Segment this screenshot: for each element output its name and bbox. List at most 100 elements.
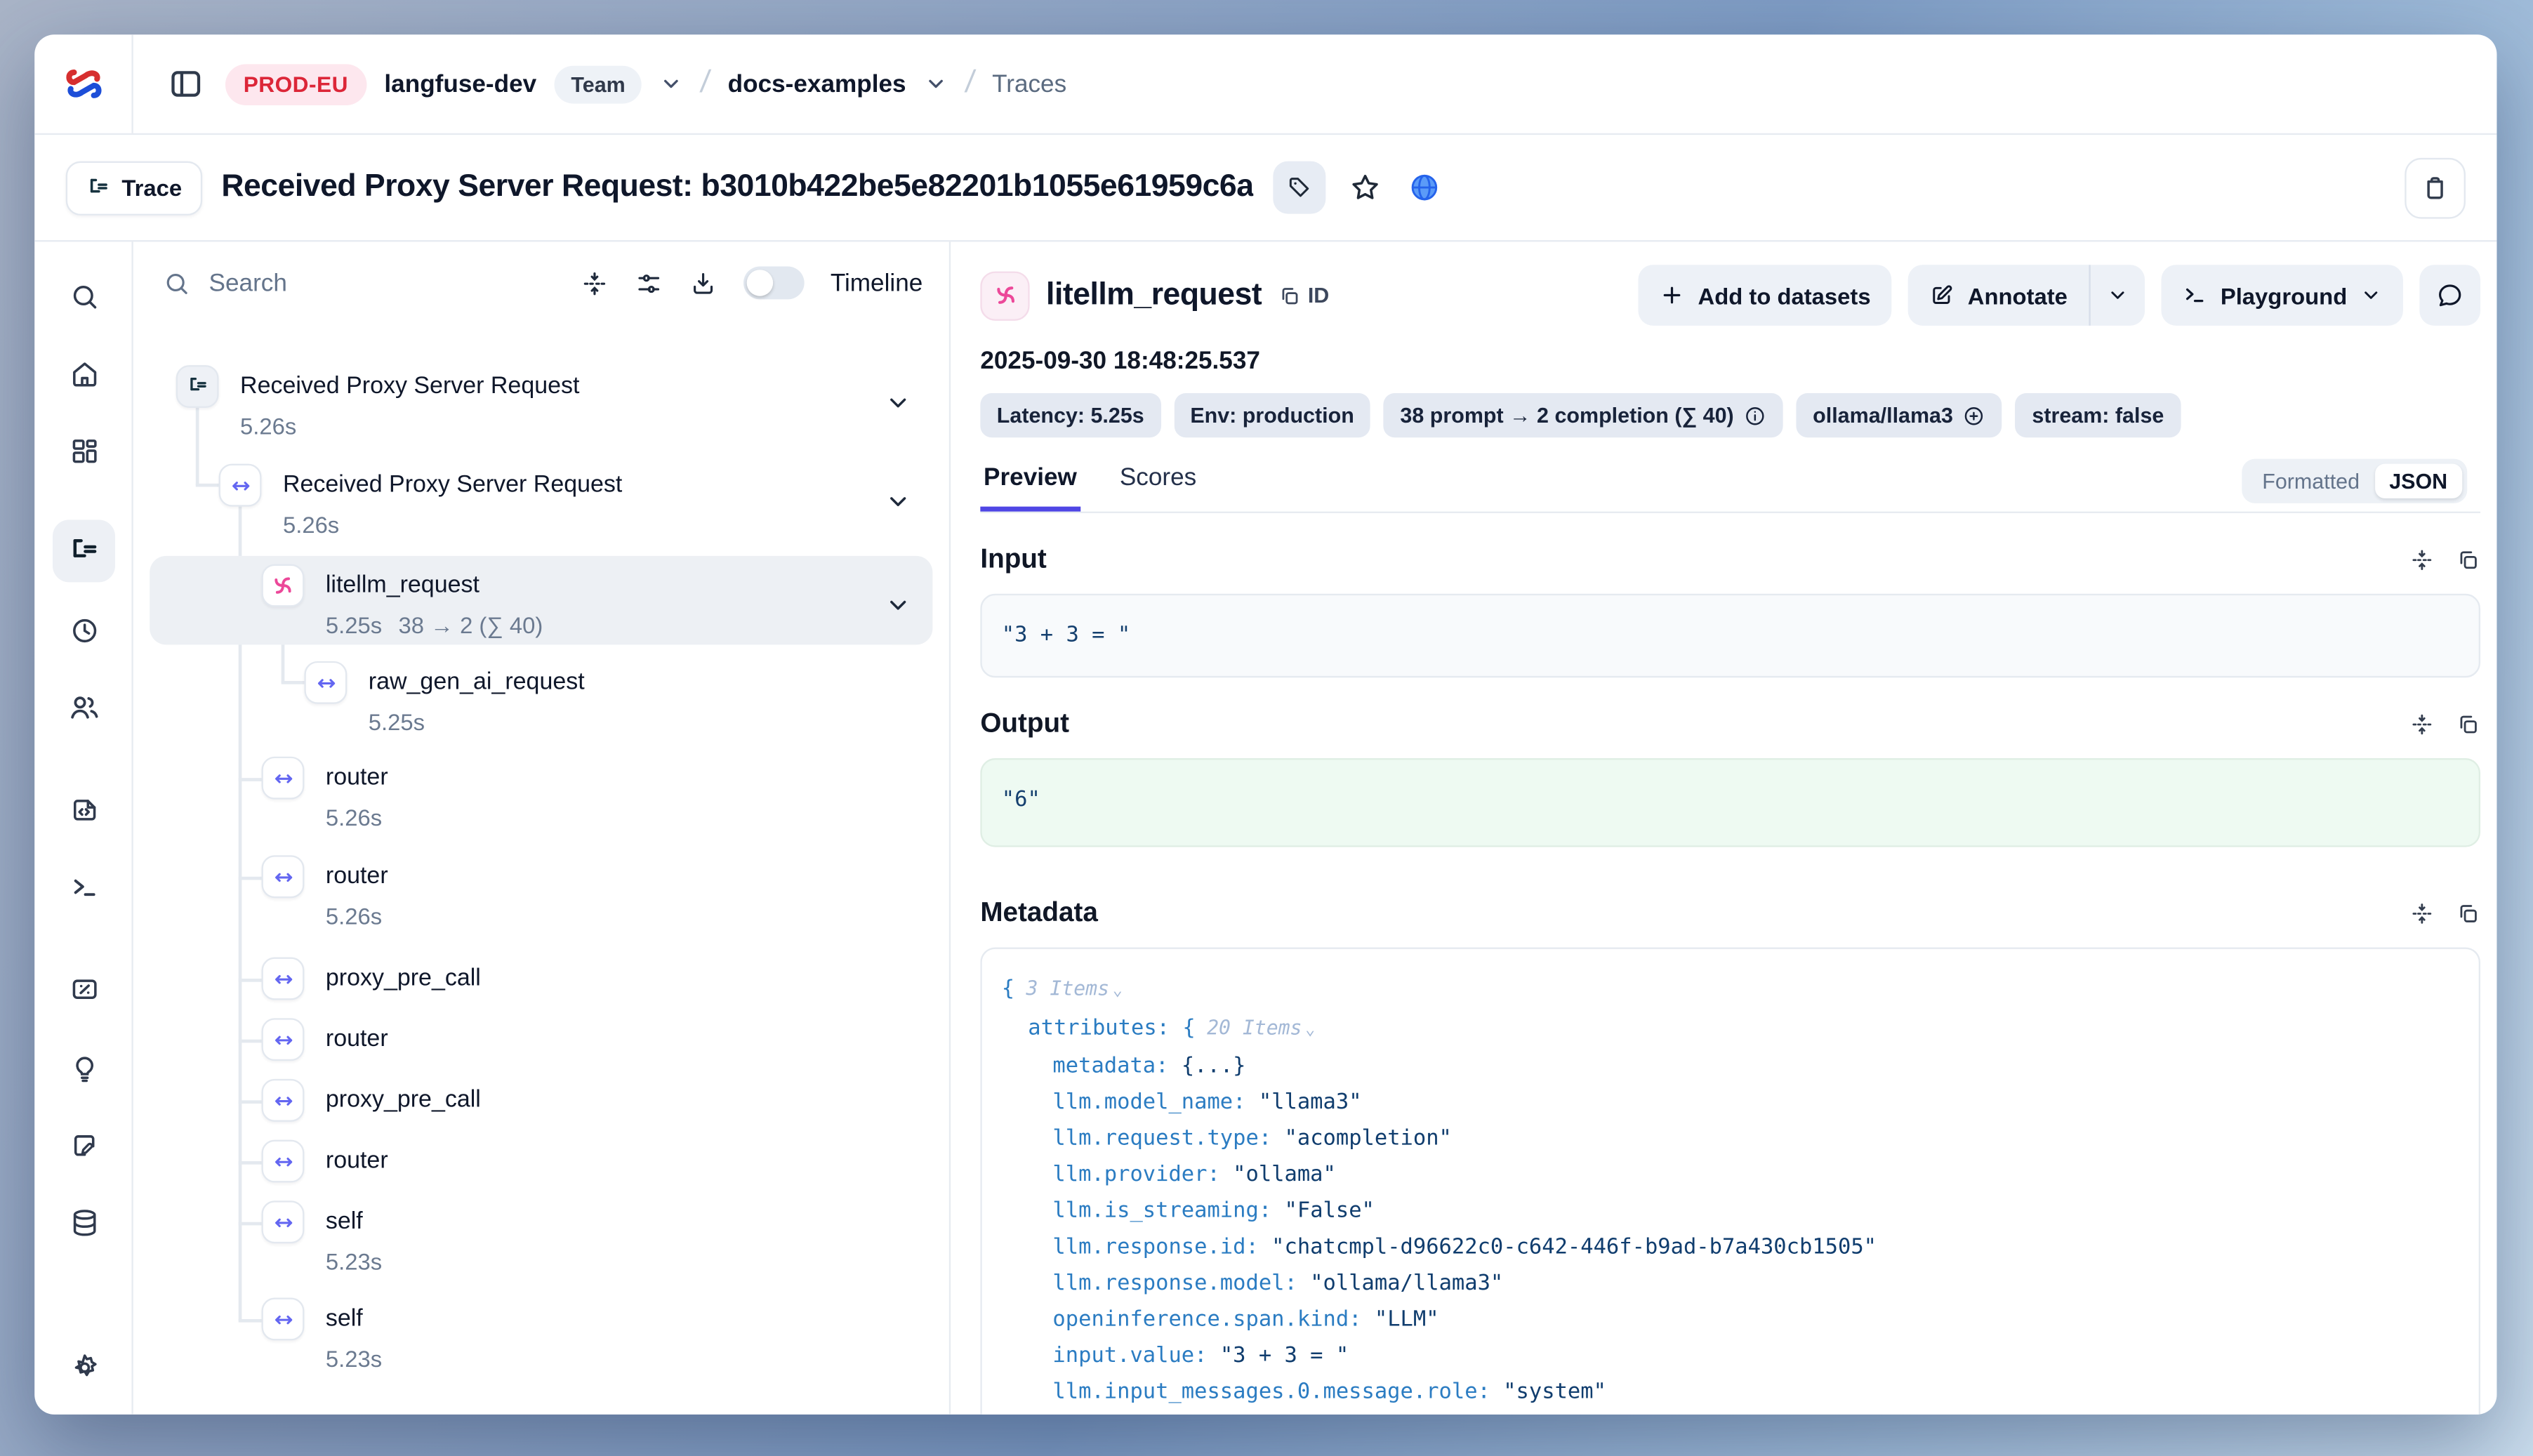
tree-settings-button[interactable] [635,269,663,297]
pencil-square-icon [1930,283,1955,307]
tree-row-span[interactable]: router5.26s [150,855,932,929]
json-line[interactable]: llm.provider: "ollama" [1052,1158,2459,1195]
bookmark-star-button[interactable] [1346,171,1385,204]
lightbulb-icon [68,1052,100,1083]
trace-title: Received Proxy Server Request: b3010b422… [221,169,1253,206]
breadcrumb-separator: / [699,66,713,102]
app-header: PROD-EU langfuse-dev Team / docs-example… [34,34,2496,135]
add-to-datasets-button[interactable]: Add to datasets [1639,265,1892,326]
span-icon [262,1079,305,1122]
sidebar-toggle-button[interactable] [164,62,207,105]
copy-section-button[interactable] [2456,712,2480,736]
chevron-down-icon[interactable] [885,389,911,415]
collapse-section-button[interactable] [2409,901,2434,926]
output-value[interactable]: "6" [980,758,2480,847]
metadata-heading: Metadata [980,899,1098,930]
nav-prompts[interactable] [53,778,115,840]
tree-row-span[interactable]: Received Proxy Server Request5.26s [150,464,932,538]
format-formatted-option[interactable]: Formatted [2247,464,2374,498]
tab-scores[interactable]: Scores [1116,464,1200,512]
stream-badge: stream: false [2016,393,2181,437]
public-share-button[interactable] [1405,171,1444,204]
chevron-down-icon[interactable] [885,488,911,514]
breadcrumb-org[interactable]: langfuse-dev [384,70,536,98]
detail-content[interactable]: Input "3 + 3 = " Output "6" Me [951,513,2496,1415]
clipboard-pen-icon [68,1129,100,1160]
copy-id-button[interactable]: ID [1278,283,1330,307]
nav-home[interactable] [53,342,115,404]
collapse-section-button[interactable] [2409,712,2434,736]
json-line[interactable]: llm.request.type: "acompletion" [1052,1122,2459,1158]
json-line[interactable]: llm.model_name: "llama3" [1052,1086,2459,1123]
nav-support[interactable] [53,1411,115,1415]
download-button[interactable] [689,269,717,297]
timeline-toggle[interactable] [743,267,805,300]
collapse-vertical-icon [581,269,609,297]
nav-tracing[interactable] [53,519,115,582]
tree-row-span[interactable]: raw_gen_ai_request5.25s [150,661,932,735]
tree-row-span[interactable]: router5.26s [150,757,932,830]
logo[interactable] [34,34,133,133]
json-line[interactable]: metadata: {...} [1052,1050,2459,1086]
tab-preview[interactable]: Preview [980,464,1080,512]
collapse-section-button[interactable] [2409,548,2434,572]
comments-button[interactable] [2419,265,2480,326]
tokens-badge: 38 prompt → 2 completion (∑ 40) [1384,393,1783,437]
json-line[interactable]: llm.response.id: "chatcmpl-d96622c0-c642… [1052,1231,2459,1267]
nav-annotation[interactable] [53,1113,115,1176]
langfuse-logo-icon [62,66,105,102]
json-line[interactable]: attributes: {20 Items⌄ [1028,1010,2459,1050]
annotate-button[interactable]: Annotate [1908,265,2089,326]
json-line[interactable]: llm.is_streaming: "False" [1052,1194,2459,1231]
tree-search[interactable] [163,267,554,299]
json-line[interactable]: input.value: "3 + 3 = " [1052,1339,2459,1375]
project-switcher-chevron-icon[interactable] [924,72,947,95]
nav-search[interactable] [53,265,115,327]
json-line[interactable]: llm.input_messages.0.message.role: "syst… [1052,1375,2459,1412]
copy-section-button[interactable] [2456,548,2480,572]
plus-circle-icon[interactable] [1963,404,1986,427]
observation-detail-panel: litellm_request ID Add to datasets Annot… [951,241,2496,1414]
nav-users[interactable] [53,676,115,739]
breadcrumb-project[interactable]: docs-examples [728,70,906,98]
tree-row-span[interactable]: router [150,1018,932,1061]
search-icon [163,269,191,297]
metadata-json-viewer[interactable]: {3 Items⌄ attributes: {20 Items⌄ metadat… [980,948,2480,1415]
input-value[interactable]: "3 + 3 = " [980,594,2480,677]
download-icon [689,269,717,297]
breadcrumb-section[interactable]: Traces [992,70,1066,98]
chevron-down-icon[interactable] [885,591,911,617]
copy-section-button[interactable] [2456,901,2480,926]
nav-evals[interactable] [53,1036,115,1099]
tree-row-generation-selected[interactable]: litellm_request5.25s38 → 2 (∑ 40) [150,556,932,645]
delete-trace-button[interactable] [2405,157,2466,218]
tags-button[interactable] [1274,161,1326,214]
tracing-tree-icon [67,534,100,567]
tree-row-span[interactable]: proxy_pre_call [150,958,932,1000]
tag-icon [1286,174,1312,200]
nav-scores[interactable] [53,958,115,1020]
tree-row-span[interactable]: self5.23s [150,1200,932,1274]
format-json-option[interactable]: JSON [2374,464,2462,498]
tree-row-span[interactable]: router [150,1140,932,1183]
nav-datasets[interactable] [53,1191,115,1253]
nav-sessions[interactable] [53,599,115,661]
nav-dashboards[interactable] [53,419,115,482]
nav-settings[interactable] [53,1335,115,1398]
tree-row-trace-root[interactable]: Received Proxy Server Request5.26s [150,365,932,439]
tree-row-span[interactable]: proxy_pre_call [150,1079,932,1122]
playground-button[interactable]: Playground [2161,265,2402,326]
org-switcher-chevron-icon[interactable] [660,72,683,95]
tree-row-span[interactable]: self5.23s [150,1298,932,1372]
tree-search-input[interactable] [206,267,403,299]
nav-playground-terminal[interactable] [53,855,115,918]
annotate-dropdown-chevron[interactable] [2091,265,2145,326]
timeline-label: Timeline [831,269,923,297]
org-type-badge: Team [555,65,642,103]
json-line[interactable]: {3 Items⌄ [1002,971,2459,1010]
collapse-all-button[interactable] [581,269,609,297]
json-line[interactable]: llm.input_messages.0.message.content: "Y… [1052,1412,2459,1415]
copy-icon [1278,284,1302,307]
json-line[interactable]: llm.response.model: "ollama/llama3" [1052,1266,2459,1303]
json-line[interactable]: openinference.span.kind: "LLM" [1052,1303,2459,1339]
